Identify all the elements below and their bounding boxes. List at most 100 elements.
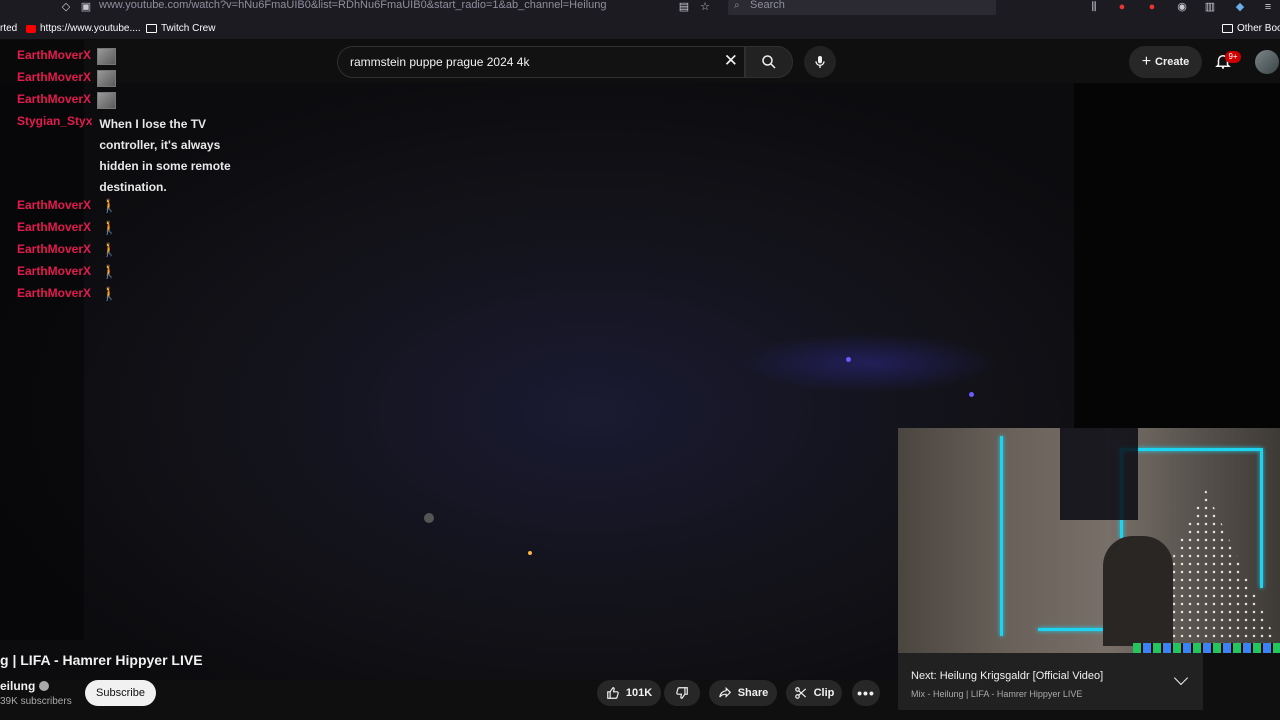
extension-icon[interactable]: ● bbox=[1146, 1, 1158, 13]
walking-man-emote-icon: 🚶 bbox=[101, 286, 118, 301]
rock-emote-icon bbox=[97, 92, 117, 109]
chat-username: EarthMoverX bbox=[17, 70, 92, 84]
like-button[interactable]: 101K bbox=[597, 680, 661, 706]
bookmark-item[interactable]: https://www.youtube.... bbox=[26, 23, 141, 34]
next-video-playlist: Mix - Heilung | LIFA - Hamrer Hippyer LI… bbox=[911, 689, 1083, 699]
chat-message: EarthMoverX bbox=[17, 70, 257, 92]
chat-username: EarthMoverX bbox=[17, 48, 92, 62]
chat-username: EarthMoverX bbox=[17, 92, 92, 106]
browser-search-box[interactable]: ⌕ Search bbox=[728, 0, 996, 15]
stage-light bbox=[528, 551, 532, 555]
extension-icon[interactable]: ● bbox=[1116, 1, 1128, 13]
walking-man-emote-icon: 🚶 bbox=[101, 264, 118, 279]
stage-light bbox=[424, 513, 434, 523]
folder-icon bbox=[146, 24, 157, 33]
bookmark-item[interactable]: rted bbox=[0, 23, 17, 34]
chat-message: EarthMoverX 🚶 bbox=[17, 286, 257, 308]
bookmark-folder[interactable]: Twitch Crew bbox=[146, 23, 215, 34]
thumbs-down-icon bbox=[676, 687, 688, 699]
score-lights bbox=[1133, 643, 1280, 653]
reader-icon[interactable]: ▤ bbox=[678, 1, 690, 13]
clear-search-icon[interactable]: ✕ bbox=[724, 51, 738, 71]
channel-name[interactable]: eilung bbox=[0, 679, 50, 693]
chat-username: EarthMoverX bbox=[17, 198, 92, 212]
person-silhouette bbox=[1103, 536, 1173, 646]
chat-message: Stygian_Styx When I lose the TV controlle… bbox=[17, 114, 257, 198]
notification-badge: 9+ bbox=[1225, 51, 1241, 63]
rock-emote-icon bbox=[97, 48, 117, 65]
avatar[interactable] bbox=[1255, 50, 1279, 74]
rock-emote-icon bbox=[97, 70, 117, 87]
subscriber-count: 39K subscribers bbox=[0, 696, 72, 707]
next-video-title: Next: Heilung Krigsgaldr [Official Video… bbox=[911, 670, 1104, 682]
chat-username: EarthMoverX bbox=[17, 220, 92, 234]
subscribe-button[interactable]: Subscribe bbox=[85, 680, 156, 706]
chat-overlay: EarthMoverX EarthMoverX EarthMoverX Styg… bbox=[17, 48, 257, 308]
chat-message: EarthMoverX bbox=[17, 48, 257, 70]
neon-strip bbox=[1120, 448, 1260, 451]
more-actions-button[interactable]: ••• bbox=[852, 680, 880, 706]
search-placeholder: Search bbox=[750, 0, 785, 11]
share-label: Share bbox=[737, 687, 769, 699]
dislike-button[interactable] bbox=[664, 680, 700, 706]
extension-icon[interactable]: ◆ bbox=[1234, 1, 1246, 13]
youtube-icon bbox=[26, 24, 36, 33]
shield-icon[interactable]: ◇ bbox=[60, 1, 72, 13]
stage-light bbox=[846, 357, 851, 362]
microphone-icon bbox=[815, 56, 825, 68]
more-icon: ••• bbox=[857, 685, 875, 701]
search-query: rammstein puppe prague 2024 4k bbox=[350, 55, 530, 69]
share-button[interactable]: Share bbox=[709, 680, 777, 706]
address-bar[interactable]: www.youtube.com/watch?v=hNu6FmaUIB0&list… bbox=[99, 0, 607, 11]
neon-strip bbox=[1000, 436, 1003, 636]
library-icon[interactable]: ⫼ bbox=[1088, 1, 1100, 13]
scissors-icon bbox=[794, 687, 806, 699]
chat-username: EarthMoverX bbox=[17, 264, 92, 278]
chat-text: When I lose the TV controller, it's alwa… bbox=[99, 117, 231, 194]
create-label: Create bbox=[1155, 56, 1190, 68]
clip-label: Clip bbox=[813, 687, 835, 699]
chat-message: EarthMoverX 🚶 bbox=[17, 264, 257, 286]
bookmarks-bar: rted https://www.youtube.... Twitch Crew… bbox=[0, 18, 1280, 40]
plus-icon: + bbox=[1141, 53, 1152, 70]
miniplayer-video[interactable] bbox=[898, 428, 1280, 653]
verified-icon bbox=[39, 681, 50, 691]
stage-light bbox=[969, 392, 974, 397]
browser-toolbar: ◇ ▣ www.youtube.com/watch?v=hNu6FmaUIB0&… bbox=[0, 0, 1280, 18]
stage-light bbox=[740, 333, 1000, 393]
folder-icon bbox=[1222, 24, 1233, 33]
chat-message: EarthMoverX 🚶 bbox=[17, 198, 257, 220]
chat-message: EarthMoverX 🚶 bbox=[17, 220, 257, 242]
walking-man-emote-icon: 🚶 bbox=[101, 220, 118, 235]
walking-man-emote-icon: 🚶 bbox=[101, 198, 118, 213]
extension-icon[interactable]: ▥ bbox=[1204, 1, 1216, 13]
search-icon: ⌕ bbox=[734, 0, 740, 11]
video-title: g | LIFA - Hamrer Hippyer LIVE bbox=[0, 652, 203, 668]
up-next-bar[interactable]: Next: Heilung Krigsgaldr [Official Video… bbox=[898, 653, 1203, 710]
create-button[interactable]: + Create bbox=[1129, 46, 1202, 78]
bookmark-star-icon[interactable]: ☆ bbox=[699, 1, 711, 13]
menu-icon[interactable]: ≡ bbox=[1262, 1, 1274, 13]
like-count: 101K bbox=[625, 687, 653, 699]
search-input[interactable]: rammstein puppe prague 2024 4k ✕ bbox=[337, 46, 745, 78]
chat-username: EarthMoverX bbox=[17, 286, 92, 300]
bookmark-folder[interactable]: Other Book bbox=[1222, 23, 1280, 34]
chat-message: EarthMoverX bbox=[17, 92, 257, 114]
chat-message: EarthMoverX 🚶 bbox=[17, 242, 257, 264]
miniplayer[interactable]: Next: Heilung Krigsgaldr [Official Video… bbox=[898, 428, 1280, 710]
chat-username: EarthMoverX bbox=[17, 242, 92, 256]
search-button[interactable] bbox=[745, 46, 793, 78]
scoreboard-overlay bbox=[1060, 428, 1138, 520]
thumbs-up-icon bbox=[607, 687, 619, 699]
account-icon[interactable]: ◉ bbox=[1176, 1, 1188, 13]
voice-search-button[interactable] bbox=[804, 46, 836, 78]
neon-strip bbox=[1038, 628, 1108, 631]
clip-button[interactable]: Clip bbox=[786, 680, 842, 706]
neon-strip bbox=[1260, 448, 1263, 588]
chat-username: Stygian_Styx bbox=[17, 114, 93, 128]
lock-icon[interactable]: ▣ bbox=[80, 1, 92, 13]
chevron-down-icon[interactable] bbox=[1173, 670, 1189, 686]
share-icon bbox=[718, 686, 731, 698]
search-icon bbox=[762, 55, 776, 69]
youtube-page: rammstein puppe prague 2024 4k ✕ + Creat… bbox=[0, 40, 1280, 720]
